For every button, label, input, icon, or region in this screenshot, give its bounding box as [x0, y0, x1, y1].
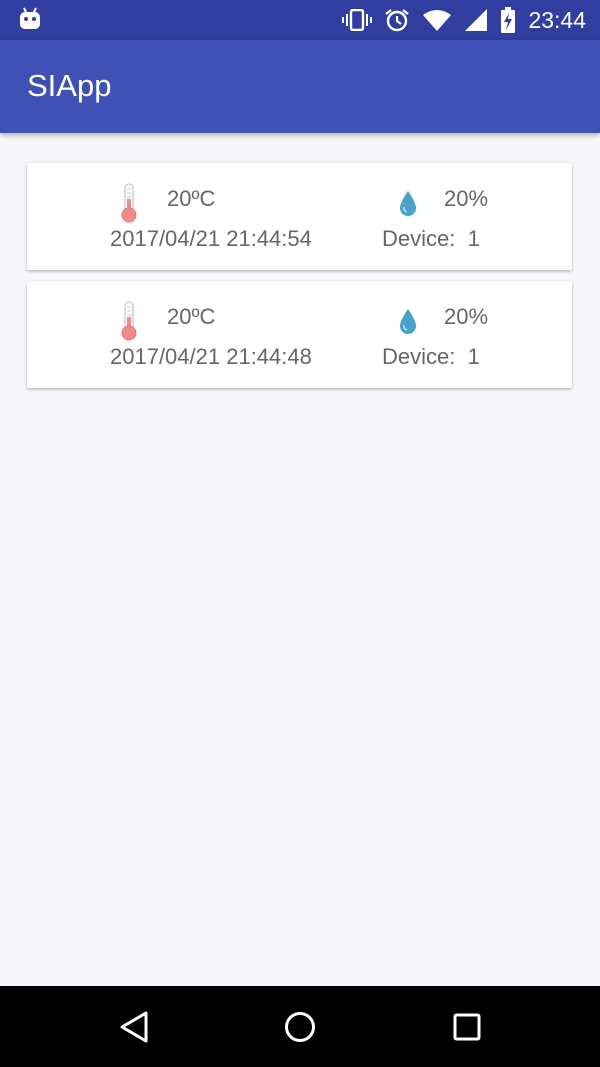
status-time: 23:44 [528, 6, 586, 33]
vibrate-icon [342, 9, 373, 31]
thermometer-icon [121, 301, 137, 341]
reading-timestamp: 2017/04/21 21:44:54 [110, 226, 312, 251]
back-icon[interactable] [117, 1010, 151, 1044]
thermometer-icon [121, 183, 137, 223]
recents-icon[interactable] [450, 1010, 484, 1044]
reading-timestamp: 2017/04/21 21:44:48 [110, 344, 312, 369]
cell-signal-icon [464, 9, 488, 31]
app-title: SIApp [27, 68, 112, 103]
android-robot-icon [19, 7, 41, 31]
device-label: Device: 1 [382, 226, 480, 251]
temperature-value: 20ºC [167, 304, 216, 329]
app-bar: SIApp [0, 40, 600, 133]
status-icons: 23:44 [342, 0, 586, 40]
humidity-value: 20% [444, 186, 489, 211]
readings-list[interactable]: 20ºC 20% 2017/04/21 21:44:54 Device: 1 2… [0, 133, 600, 986]
home-icon[interactable] [283, 1010, 317, 1044]
alarm-icon [384, 8, 410, 32]
wifi-icon [422, 9, 452, 31]
status-bar: 23:44 [0, 0, 600, 40]
reading-card[interactable]: 20ºC 20% 2017/04/21 21:44:48 Device: 1 [27, 281, 572, 388]
reading-card[interactable]: 20ºC 20% 2017/04/21 21:44:54 Device: 1 [27, 163, 572, 270]
device-label: Device: 1 [382, 344, 480, 369]
battery-charging-icon [500, 7, 516, 33]
water-drop-icon [400, 309, 416, 334]
temperature-value: 20ºC [167, 186, 216, 211]
humidity-value: 20% [444, 304, 489, 329]
water-drop-icon [400, 191, 416, 216]
navigation-bar [0, 986, 600, 1067]
